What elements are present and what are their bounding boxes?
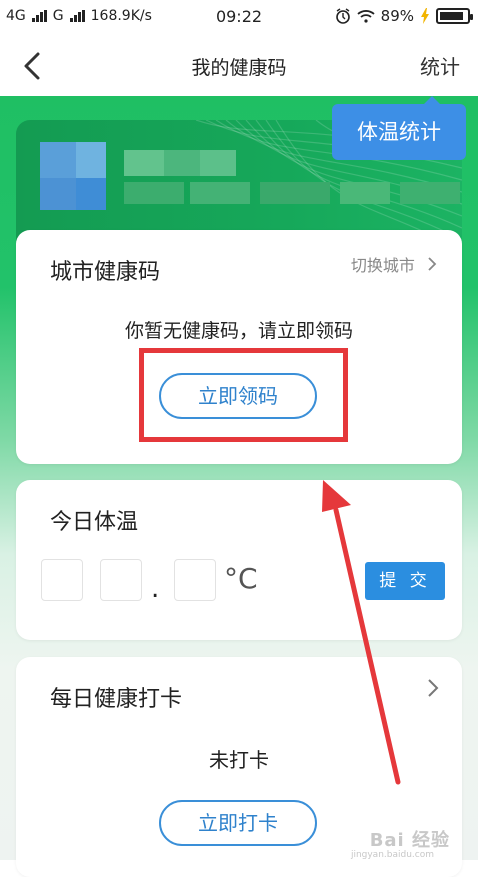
watermark-url: jingyan.baidu.com [350,850,434,860]
check-in-button[interactable]: 立即打卡 [159,800,317,846]
temperature-digit-input[interactable] [100,559,142,601]
alarm-icon [335,8,350,24]
status-right: 89% [335,7,473,25]
card-title: 每日健康打卡 [50,687,183,712]
statistics-button[interactable]: 统计 [420,51,460,80]
charging-icon [421,8,429,24]
wifi-icon [357,10,375,23]
highlight-annotation-box [139,348,348,442]
battery-icon [436,8,473,24]
checkin-status: 未打卡 [209,748,269,772]
temperature-digit-input[interactable] [41,559,83,601]
watermark-logo: Bai 经验 [369,830,450,851]
temperature-stats-tooltip[interactable]: 体温统计 [332,96,466,160]
celsius-unit: °C [224,562,258,595]
navigation-bar: 我的健康码 统计 [0,36,478,96]
status-bar: 4G G 168.9K/s 09:22 89% [0,0,478,36]
switch-city-label: 切换城市 [350,256,415,275]
temperature-card: 今日体温 [16,480,462,640]
card-title: 城市健康码 [50,260,161,285]
temperature-decimal-input[interactable] [174,559,216,601]
no-health-code-message: 你暂无健康码，请立即领码 [124,320,353,342]
decimal-point: . [151,574,160,604]
card-title: 今日体温 [50,510,139,535]
battery-fill [440,12,463,20]
submit-button[interactable]: 提 交 [365,562,445,600]
chevron-right-icon [428,257,437,271]
switch-city-link[interactable]: 切换城市 [351,252,438,276]
chevron-right-icon[interactable] [426,678,440,698]
page-title: 我的健康码 [191,57,287,79]
battery-percent: 89% [380,7,414,25]
